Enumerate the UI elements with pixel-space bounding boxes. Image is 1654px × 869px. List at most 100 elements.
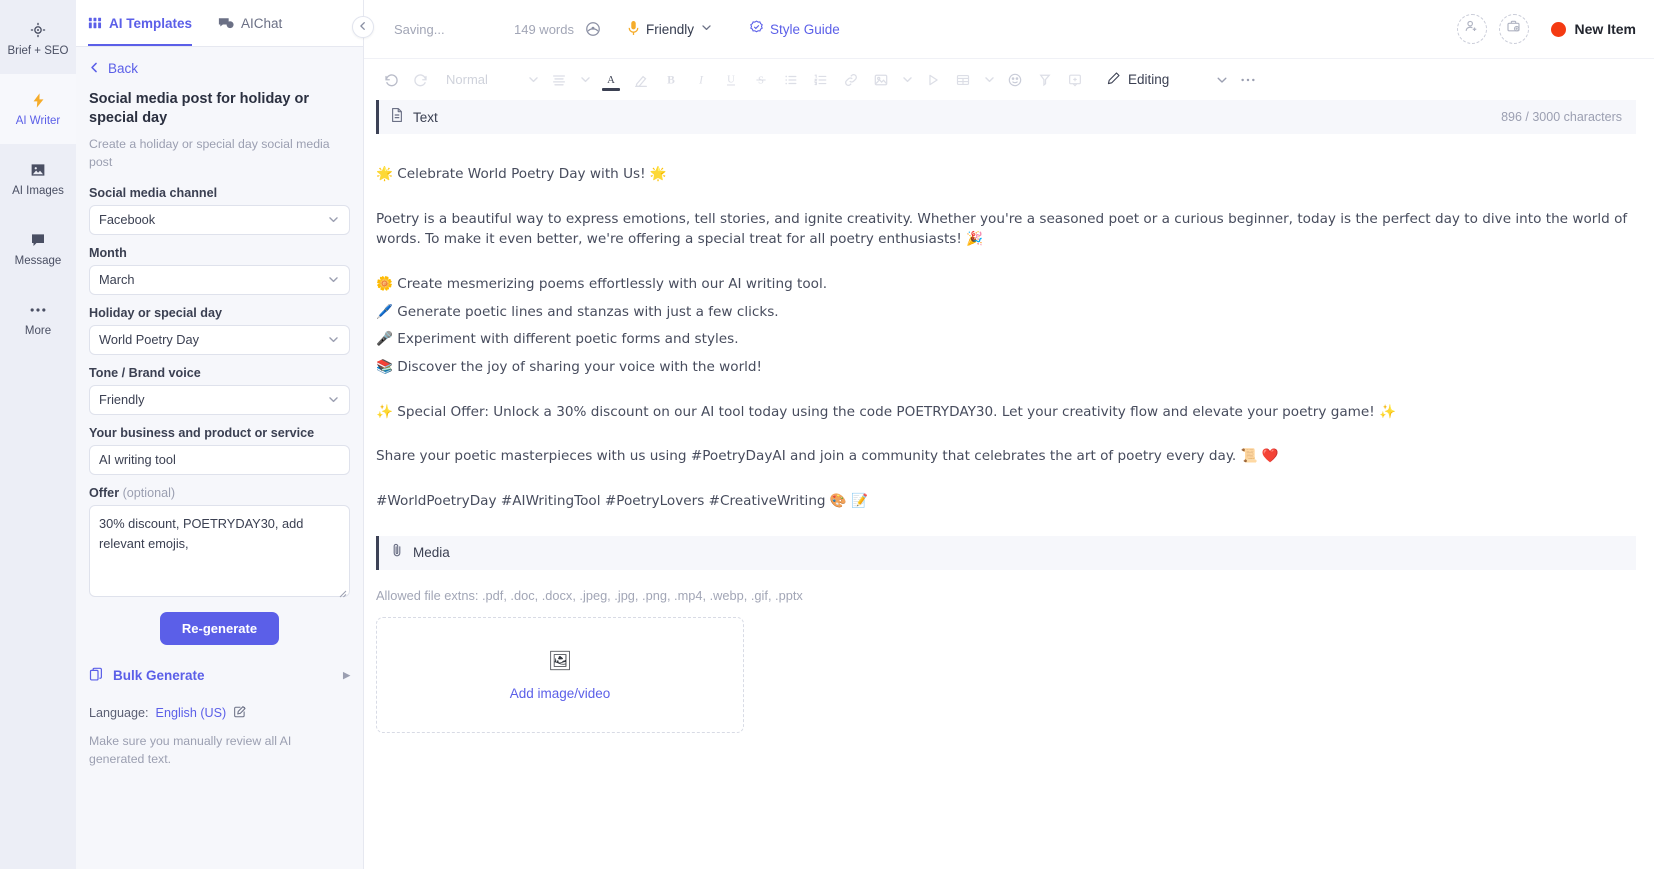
word-count: 149 words — [514, 21, 574, 37]
editing-mode-selector[interactable]: Editing — [1106, 71, 1169, 89]
tab-ai-templates[interactable]: AI Templates — [88, 0, 192, 46]
editing-mode-label: Editing — [1128, 72, 1170, 87]
redo-icon[interactable] — [406, 65, 436, 95]
field-social-media-channel: Social media channel Facebook — [89, 186, 350, 235]
highlight-icon[interactable] — [626, 65, 656, 95]
select-holiday-or-special-day[interactable]: World Poetry Day — [89, 324, 350, 355]
style-guide-label: Style Guide — [770, 21, 840, 37]
rail-item-ai-images[interactable]: AI Images — [0, 144, 76, 214]
chevron-down-icon[interactable] — [522, 65, 544, 95]
bullet-list-icon[interactable] — [776, 65, 806, 95]
tab-label-ai-templates: AI Templates — [109, 15, 193, 31]
select-tone-brand-voice[interactable]: Friendly — [89, 384, 350, 415]
regenerate-row: Re-generate — [89, 611, 350, 645]
paragraph-special-offer: ✨ Special Offer: Unlock a 30% discount o… — [376, 403, 1396, 420]
chevron-down-icon[interactable] — [574, 65, 596, 95]
add-collaborator-button[interactable] — [1456, 14, 1487, 44]
copy-documents-icon — [89, 667, 104, 685]
numbered-list-icon[interactable] — [806, 65, 836, 95]
svg-text:B: B — [667, 74, 675, 86]
image-placeholder-icon: 🖼 — [547, 649, 573, 672]
add-to-project-button[interactable] — [1498, 14, 1529, 44]
select-month[interactable]: March — [89, 264, 350, 295]
input-business-product-service[interactable]: AI writing tool — [89, 444, 350, 475]
badge-check-icon — [749, 20, 764, 38]
rail-item-message[interactable]: Message — [0, 214, 76, 284]
undo-icon[interactable] — [376, 65, 406, 95]
tab-label-aichat: AIChat — [241, 15, 283, 31]
italic-icon[interactable]: I — [686, 65, 716, 95]
edit-pencil-icon[interactable] — [233, 705, 247, 722]
link-icon[interactable] — [836, 65, 866, 95]
template-title: Social media post for holiday or special… — [89, 91, 309, 126]
grid-icon — [88, 16, 102, 30]
bold-icon[interactable]: B — [656, 65, 686, 95]
comment-icon[interactable] — [1060, 65, 1090, 95]
bulk-generate-row[interactable]: Bulk Generate ▶ — [89, 667, 350, 685]
chat-bubble-icon — [29, 230, 47, 250]
toolbar-overflow-chevron[interactable] — [1211, 65, 1233, 95]
text-color-icon[interactable]: A — [596, 65, 626, 95]
svg-text:U: U — [727, 74, 735, 85]
table-icon[interactable] — [948, 65, 978, 95]
paragraph-style-select[interactable]: Normal — [436, 72, 522, 87]
field-label-month: Month — [89, 245, 127, 260]
microphone-icon — [627, 20, 640, 39]
rail-item-brief-seo[interactable]: Brief + SEO — [0, 4, 76, 74]
visibility-eye-icon[interactable] — [585, 21, 601, 37]
chevron-down-icon — [700, 21, 713, 37]
field-label-offer: Offer (optional) — [89, 486, 350, 500]
image-icon — [29, 160, 47, 180]
field-holiday-or-special-day: Holiday or special day World Poetry Day — [89, 306, 350, 355]
play-icon[interactable] — [918, 65, 948, 95]
svg-text:A: A — [607, 75, 615, 86]
target-icon — [29, 20, 47, 40]
language-row: Language: English (US) — [89, 705, 350, 722]
style-guide-button[interactable]: Style Guide — [749, 20, 840, 38]
app-root: Brief + SEO AI Writer AI Images Message … — [0, 0, 1654, 869]
back-button[interactable]: Back — [89, 61, 350, 76]
ellipsis-icon — [28, 300, 48, 320]
list-item: 🌼 Create mesmerizing poems effortlessly … — [376, 275, 828, 292]
list-item: 🎤 Experiment with different poetic forms… — [376, 331, 739, 348]
chevron-down-icon[interactable] — [978, 65, 1000, 95]
collapse-panel-button[interactable] — [352, 16, 374, 38]
align-icon[interactable] — [544, 65, 574, 95]
field-label-business: Your business and product or service — [89, 425, 315, 440]
media-dropzone[interactable]: 🖼 Add image/video — [376, 616, 744, 733]
strikethrough-icon[interactable]: S — [746, 65, 776, 95]
underline-icon[interactable]: U — [716, 65, 746, 95]
toolbar-more-icon[interactable] — [1233, 65, 1263, 95]
new-item-label: New Item — [1574, 21, 1636, 37]
resize-grip-icon[interactable] — [337, 584, 347, 598]
document-topbar: Saving... 149 words Friendly Style Guide… — [364, 0, 1654, 59]
character-count: 896 / 3000 characters — [1501, 110, 1622, 124]
image-icon[interactable] — [866, 65, 896, 95]
clear-format-icon[interactable] — [1030, 65, 1060, 95]
textarea-offer[interactable]: 30% discount, POETRYDAY30, add relevant … — [89, 504, 350, 598]
new-item-button[interactable]: New Item — [1550, 21, 1636, 37]
rail-item-ai-writer[interactable]: AI Writer — [0, 74, 76, 144]
panel-body: Back Social media post for holiday or sp… — [76, 47, 363, 869]
tone-selector[interactable]: Friendly — [627, 20, 713, 39]
paragraph-hashtags: #WorldPoetryDay #AIWritingTool #PoetryLo… — [376, 492, 869, 509]
tab-aichat[interactable]: AIChat — [218, 0, 282, 46]
allowed-extensions-note: Allowed file extns: .pdf, .doc, .docx, .… — [376, 587, 803, 603]
media-section-header: Media — [376, 535, 1636, 570]
chat-bubbles-icon — [218, 16, 234, 30]
rail-label-ai-writer: AI Writer — [15, 115, 61, 128]
rail-item-more[interactable]: More — [0, 284, 76, 354]
select-social-media-channel[interactable]: Facebook — [89, 204, 350, 235]
language-value-link[interactable]: English (US) — [156, 706, 227, 720]
emoji-icon[interactable] — [1000, 65, 1030, 95]
regenerate-button[interactable]: Re-generate — [159, 611, 280, 645]
field-offer: Offer (optional) 30% discount, POETRYDAY… — [89, 486, 350, 598]
select-value-month: March — [99, 272, 135, 288]
paragraph-headline: 🌟 Celebrate World Poetry Day with Us! 🌟 — [376, 166, 667, 182]
text-section-header: Text 896 / 3000 characters — [376, 100, 1636, 134]
chevron-down-icon[interactable] — [896, 65, 918, 95]
chevron-left-icon — [89, 61, 100, 76]
field-label-tone: Tone / Brand voice — [89, 365, 201, 380]
rail-label-ai-images: AI Images — [12, 185, 64, 198]
document-editor[interactable]: 🌟 Celebrate World Poetry Day with Us! 🌟 … — [364, 134, 1654, 536]
